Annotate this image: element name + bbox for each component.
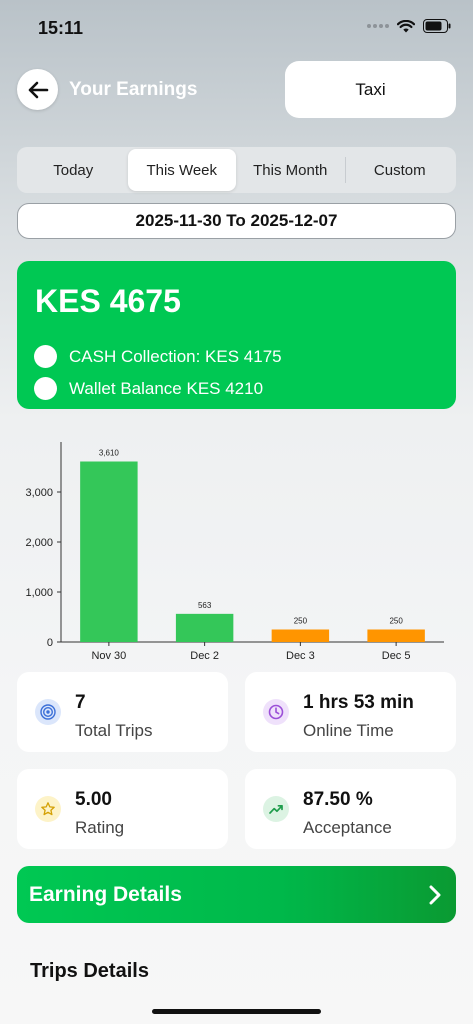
wallet-balance-text: Wallet Balance KES 4210 xyxy=(69,378,264,398)
x-tick-label: Dec 3 xyxy=(286,650,315,662)
total-trips-value: 7 xyxy=(75,692,86,713)
bullet-dot-icon xyxy=(34,345,57,368)
arrow-left-icon xyxy=(28,81,48,98)
cash-collection-text: CASH Collection: KES 4175 xyxy=(69,346,282,366)
total-trips-label: Total Trips xyxy=(75,721,153,740)
target-icon xyxy=(35,699,61,725)
bar xyxy=(80,461,138,642)
status-time: 15:11 xyxy=(38,18,84,38)
chevron-right-icon xyxy=(429,885,441,904)
signal-icon xyxy=(367,24,389,28)
wifi-icon xyxy=(397,19,415,33)
tab-today[interactable]: Today xyxy=(19,149,128,191)
earnings-bar-chart: 0 1,000 2,000 3,000 3,610 Nov 30 563 Dec 2 250 De… xyxy=(25,442,444,662)
bar-value-label: 250 xyxy=(389,617,403,626)
trips-details-title: Trips Details xyxy=(30,960,149,982)
status-icons xyxy=(367,19,451,33)
y-tick-label: 1,000 xyxy=(25,587,53,599)
stat-card-rating: 5.00 Rating xyxy=(17,769,228,849)
bar-value-label: 563 xyxy=(198,601,212,610)
total-earnings: KES 4675 xyxy=(35,283,181,319)
y-tick-label: 2,000 xyxy=(25,537,53,549)
wallet-balance-row: Wallet Balance KES 4210 xyxy=(34,377,263,400)
tab-custom[interactable]: Custom xyxy=(346,149,455,191)
x-tick-label: Dec 2 xyxy=(190,650,219,662)
y-tick-label: 3,000 xyxy=(25,487,53,499)
page-title: Your Earnings xyxy=(69,79,198,100)
trend-up-icon xyxy=(263,796,289,822)
stat-card-acceptance: 87.50 % Acceptance xyxy=(245,769,456,849)
acceptance-value: 87.50 % xyxy=(303,789,373,810)
battery-icon xyxy=(423,19,451,33)
online-time-label: Online Time xyxy=(303,721,394,740)
bullet-dot-icon xyxy=(34,377,57,400)
rating-label: Rating xyxy=(75,818,125,837)
acceptance-label: Acceptance xyxy=(303,818,392,837)
earnings-summary-card: KES 4675 CASH Collection: KES 4175 Walle… xyxy=(17,261,456,409)
bar-value-label: 250 xyxy=(294,617,308,626)
stat-card-total-trips: 7 Total Trips xyxy=(17,672,228,752)
earning-details-label: Earning Details xyxy=(29,882,182,906)
bar xyxy=(367,629,425,642)
cash-collection-row: CASH Collection: KES 4175 xyxy=(34,345,282,368)
clock-icon xyxy=(263,699,289,725)
y-tick-label: 0 xyxy=(47,637,53,649)
bar xyxy=(271,629,330,642)
earning-details-button[interactable]: Earning Details xyxy=(17,866,456,923)
bar xyxy=(175,613,234,642)
status-bar: 15:11 xyxy=(0,0,473,54)
home-indicator xyxy=(152,1009,321,1014)
stat-card-online-time: 1 hrs 53 min Online Time xyxy=(245,672,456,752)
service-selector-button[interactable]: Taxi xyxy=(285,61,456,118)
tab-this-month[interactable]: This Month xyxy=(236,149,345,191)
online-time-value: 1 hrs 53 min xyxy=(303,692,414,713)
x-tick-label: Nov 30 xyxy=(91,650,126,662)
star-icon xyxy=(35,796,61,822)
x-tick-label: Dec 5 xyxy=(382,650,411,662)
header: Your Earnings Taxi xyxy=(0,60,473,120)
date-range-field[interactable]: 2025-11-30 To 2025-12-07 xyxy=(17,203,456,239)
earnings-chart: 0 1,000 2,000 3,000 3,610 Nov 30 563 Dec 2 250 De… xyxy=(0,438,473,668)
back-button[interactable] xyxy=(17,69,58,110)
tab-this-week[interactable]: This Week xyxy=(127,149,236,191)
period-tabs: Today This Week This Month Custom xyxy=(17,147,456,193)
bar-value-label: 3,610 xyxy=(99,449,120,458)
rating-value: 5.00 xyxy=(75,789,112,810)
